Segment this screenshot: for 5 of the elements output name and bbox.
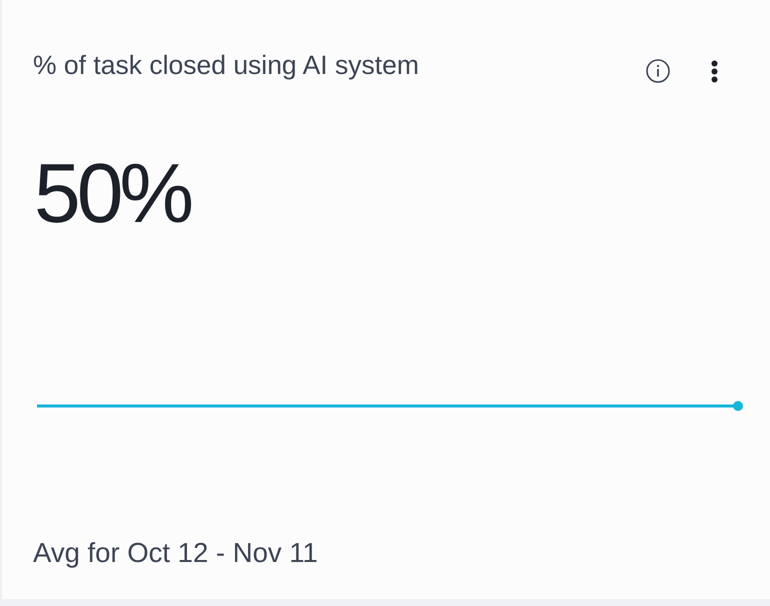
- info-icon[interactable]: [646, 59, 670, 83]
- more-options-icon[interactable]: [711, 60, 718, 82]
- date-range-label: Avg for Oct 12 - Nov 11: [33, 538, 318, 568]
- metric-value: 50%: [34, 151, 190, 235]
- card-title: % of task closed using AI system: [33, 50, 419, 80]
